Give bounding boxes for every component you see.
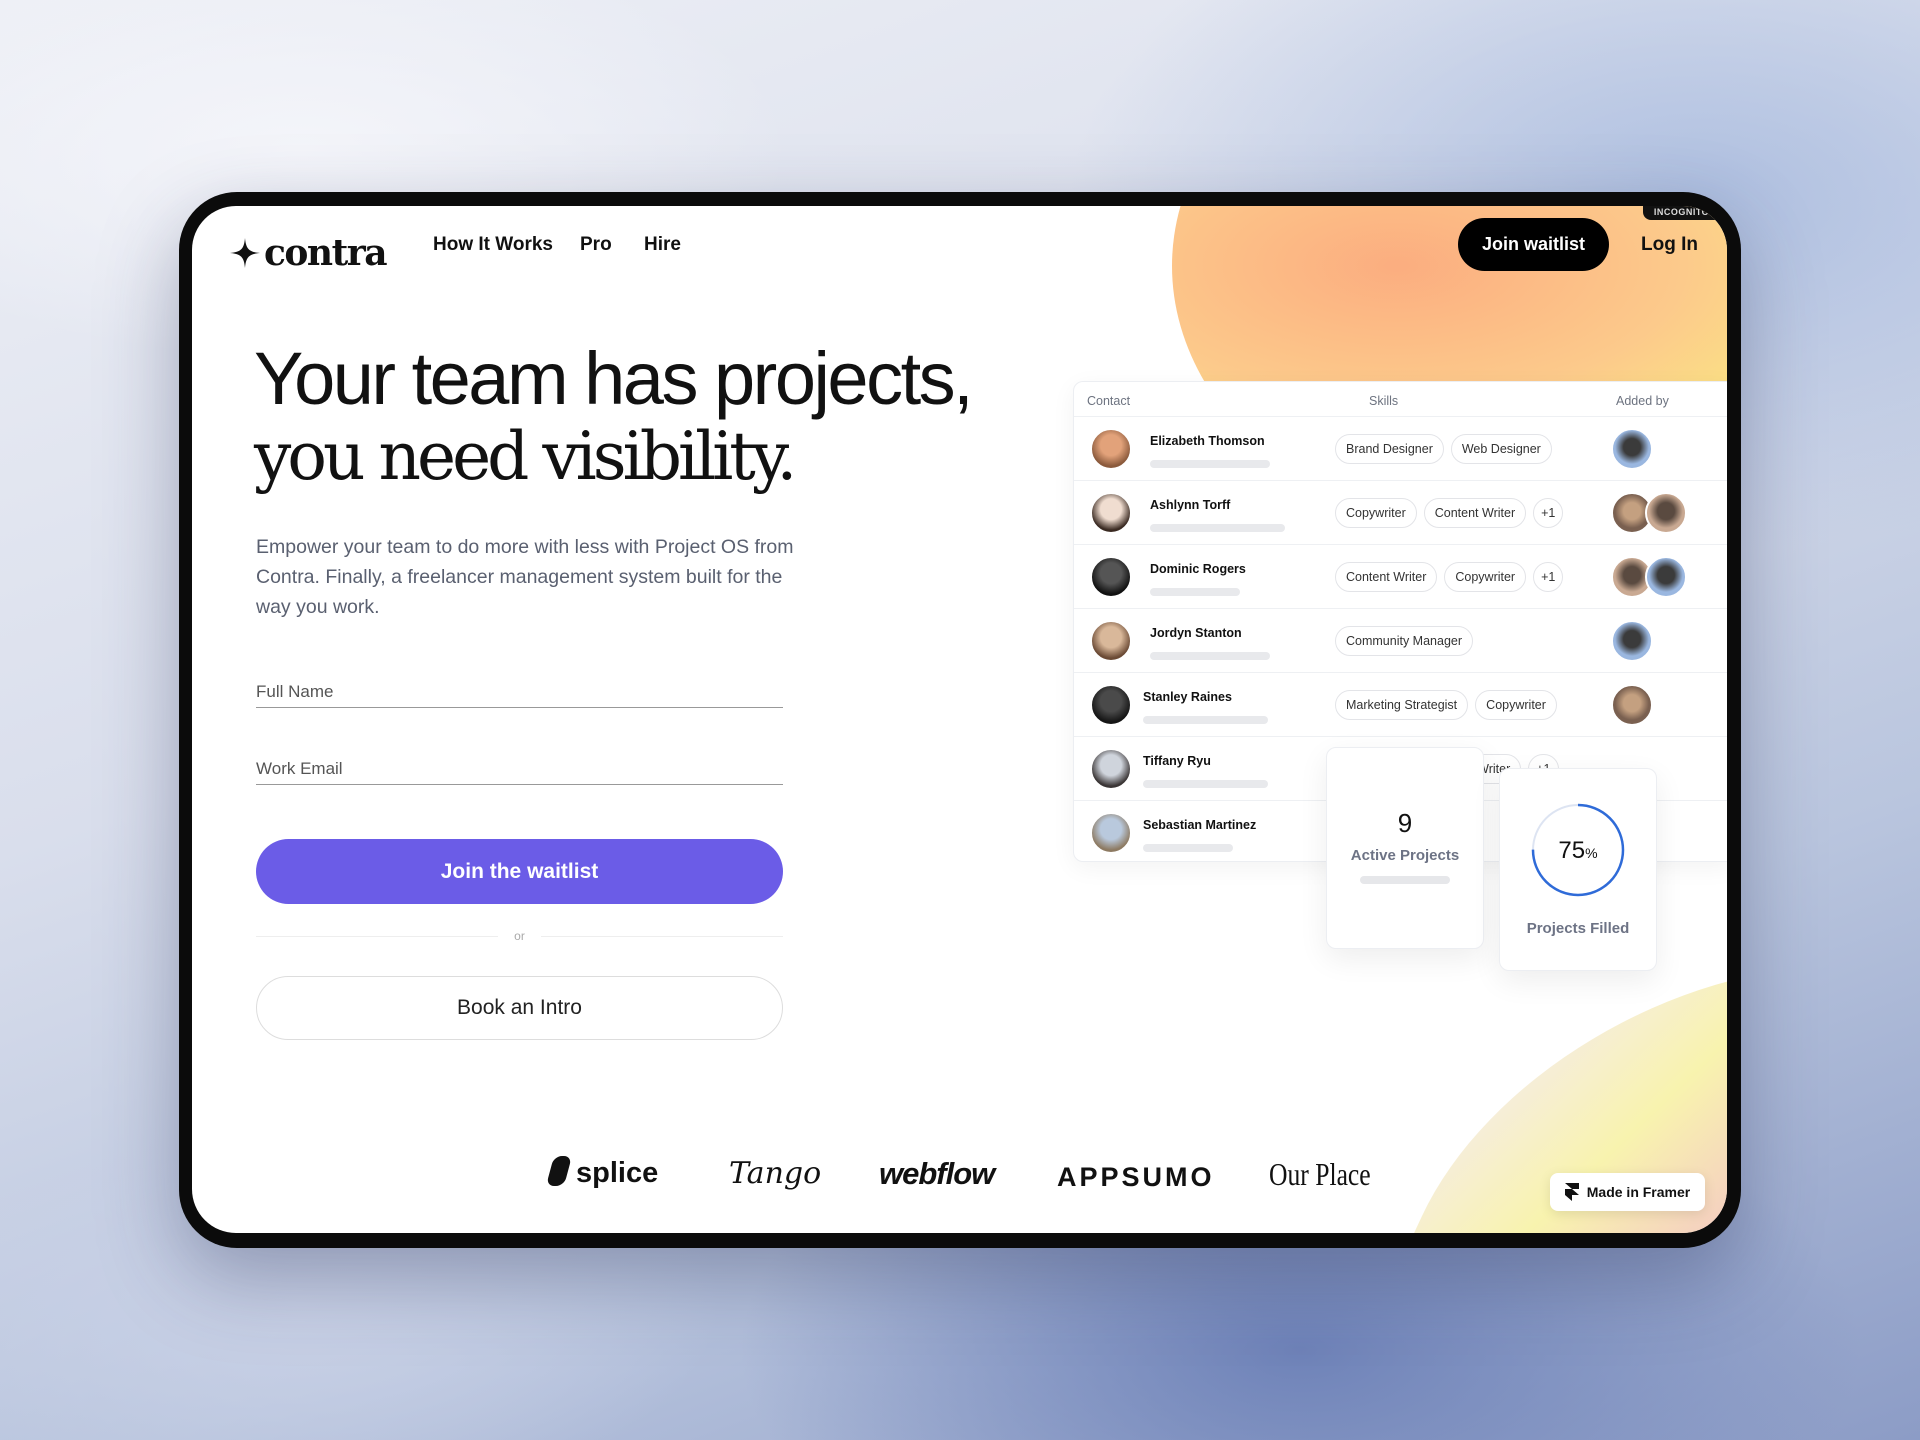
filled-unit: %	[1585, 845, 1598, 861]
added-by-avatar	[1611, 428, 1653, 470]
or-text: or	[514, 929, 525, 943]
added-by-avatars	[1611, 684, 1653, 726]
brand-logo-appsumo: APPSUMO	[1057, 1162, 1215, 1192]
skill-chip: Copywriter	[1475, 690, 1557, 720]
placeholder-bar	[1150, 460, 1270, 468]
filled-number: 75	[1558, 837, 1586, 864]
added-by-avatar	[1611, 620, 1653, 662]
skill-chip: Community Manager	[1335, 626, 1474, 656]
active-projects-label: Active Projects	[1350, 847, 1460, 864]
projects-filled-card: 75% Projects Filled	[1499, 768, 1657, 971]
framer-icon	[1564, 1183, 1579, 1201]
contact-name: Dominic Rogers	[1150, 562, 1246, 576]
work-email-input[interactable]: Work Email	[256, 759, 783, 785]
contact-avatar	[1090, 556, 1132, 598]
headline-line-2: you need visibility.	[254, 418, 797, 495]
contact-avatar	[1090, 620, 1132, 662]
placeholder-bar	[1150, 652, 1270, 660]
added-by-avatars	[1611, 428, 1653, 470]
projects-filled-value: 75%	[1500, 837, 1656, 865]
contact-name: Elizabeth Thomson	[1150, 434, 1265, 448]
nav-hire[interactable]: Hire	[644, 234, 681, 256]
table-row[interactable]: Ashlynn Torff Copywriter Content Writer +1	[1074, 480, 1727, 544]
full-name-input[interactable]: Full Name	[256, 682, 783, 708]
header-added-by: Added by	[1616, 394, 1669, 408]
header-skills: Skills	[1369, 394, 1399, 408]
more-skills-chip[interactable]: +1	[1533, 498, 1564, 528]
added-by-avatar	[1611, 684, 1653, 726]
added-by-avatars	[1611, 492, 1687, 534]
contact-name: Tiffany Ryu	[1143, 754, 1211, 768]
header-contact: Contact	[1087, 394, 1131, 408]
skill-chip: Copywriter	[1444, 562, 1527, 592]
projects-filled-label: Projects Filled	[1526, 920, 1630, 937]
more-skills-chip[interactable]: +1	[1533, 562, 1564, 592]
skills-list: Content Writer Copywriter +1	[1335, 562, 1564, 592]
made-in-framer-badge[interactable]: Made in Framer	[1550, 1173, 1705, 1211]
skill-chip: Brand Designer	[1335, 434, 1444, 464]
active-projects-card: 9 Active Projects	[1326, 747, 1484, 949]
skills-list: Community Manager	[1335, 626, 1474, 656]
login-link[interactable]: Log In	[1641, 234, 1698, 256]
nav-pro[interactable]: Pro	[580, 234, 612, 256]
skill-chip: Marketing Strategist	[1335, 690, 1469, 720]
browser-screen: contra How It Works Pro Hire Join waitli…	[192, 206, 1727, 1233]
book-intro-button[interactable]: Book an Intro	[256, 976, 783, 1040]
contact-name: Sebastian Martinez	[1143, 818, 1257, 832]
join-waitlist-button[interactable]: Join waitlist	[1458, 218, 1609, 271]
contact-avatar	[1090, 428, 1132, 470]
contact-avatar	[1090, 684, 1132, 726]
brand-logo-splice: splice	[545, 1156, 659, 1190]
skills-list: Copywriter Content Writer +1	[1335, 498, 1564, 528]
brand-text: splice	[576, 1157, 659, 1189]
hero-description: Empower your team to do more with less w…	[256, 536, 794, 618]
table-row[interactable]: Dominic Rogers Content Writer Copywriter +…	[1074, 544, 1727, 608]
table-row[interactable]: Elizabeth Thomson Brand Designer Web Desi…	[1074, 416, 1727, 480]
skill-chip: Web Designer	[1450, 434, 1552, 464]
placeholder-bar	[1150, 588, 1240, 596]
contact-name: Stanley Raines	[1143, 690, 1232, 704]
skill-chip: Copywriter	[1335, 498, 1417, 528]
added-by-avatars	[1611, 620, 1653, 662]
contact-avatar	[1090, 812, 1132, 854]
logo-text: contra	[264, 232, 388, 274]
join-the-waitlist-button[interactable]: Join the waitlist	[256, 839, 783, 904]
added-by-avatar	[1645, 492, 1687, 534]
headline-line-1: Your team has projects,	[254, 337, 974, 420]
contact-avatar	[1090, 748, 1132, 790]
table-row[interactable]: Stanley Raines Marketing Strategist Copyw…	[1074, 672, 1727, 736]
added-by-avatar	[1645, 556, 1687, 598]
placeholder-bar	[1143, 844, 1233, 852]
star-icon	[230, 238, 260, 268]
active-projects-value: 9	[1397, 808, 1413, 838]
brand-logo-webflow: webflow	[879, 1156, 995, 1191]
contra-logo[interactable]: contra	[230, 232, 388, 274]
brand-logo-our-place: Our Place	[1269, 1156, 1371, 1192]
or-divider: or	[256, 929, 784, 943]
placeholder-bar	[1150, 524, 1285, 532]
placeholder-bar	[1143, 780, 1268, 788]
contact-avatar	[1090, 492, 1132, 534]
placeholder-bar	[1143, 716, 1268, 724]
placeholder-bar	[1360, 876, 1450, 884]
framer-text: Made in Framer	[1586, 1184, 1691, 1200]
skill-chip: Content Writer	[1335, 562, 1438, 592]
added-by-avatars	[1611, 556, 1687, 598]
nav-how-it-works[interactable]: How It Works	[433, 234, 553, 256]
skills-list: Marketing Strategist Copywriter	[1335, 690, 1557, 720]
brand-logo-tango: Tango	[729, 1156, 822, 1191]
skill-chip: Content Writer	[1423, 498, 1527, 528]
splice-icon	[545, 1156, 573, 1186]
table-row[interactable]: Jordyn Stanton Community Manager	[1074, 608, 1727, 672]
incognito-badge: INCOGNITO	[1643, 206, 1720, 220]
skills-list: Brand Designer Web Designer	[1335, 434, 1552, 464]
contact-name: Jordyn Stanton	[1150, 626, 1242, 640]
contact-name: Ashlynn Torff	[1150, 498, 1231, 512]
